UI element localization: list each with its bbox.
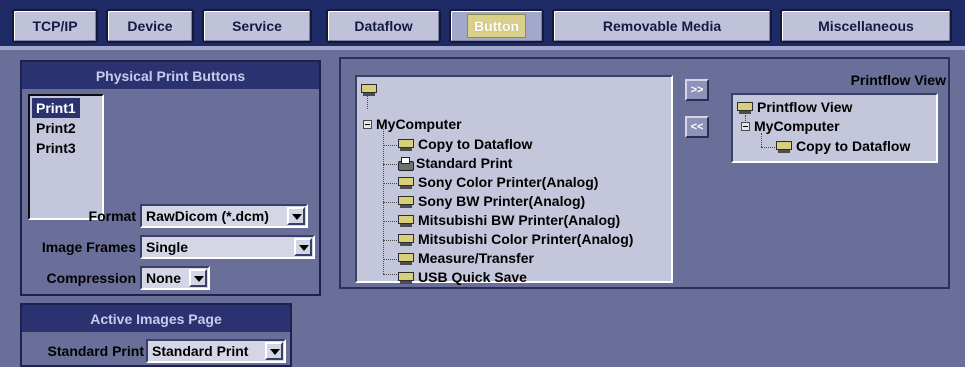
tree-item-standard-print[interactable]: Standard Print	[397, 154, 512, 173]
tab-removable-media[interactable]: Removable Media	[552, 9, 772, 43]
add-to-printflow-button[interactable]: >>	[685, 79, 709, 101]
physical-print-panel: Physical Print Buttons Print1 Print2 Pri…	[20, 60, 321, 296]
tree-item-label: Standard Print	[416, 155, 513, 171]
standard-print-value: Standard Print	[152, 343, 249, 359]
chevron-down-icon[interactable]	[287, 207, 305, 225]
tab-button[interactable]: Button	[449, 9, 544, 43]
tree-item-mitsubishi-bw[interactable]: Mitsubishi BW Printer(Analog)	[397, 211, 620, 230]
panel-title: Active Images Page	[22, 305, 290, 332]
remove-from-printflow-button[interactable]: <<	[685, 116, 709, 138]
collapse-icon[interactable]	[363, 120, 372, 129]
printer-device-icon	[397, 252, 415, 266]
image-frames-label: Image Frames	[41, 239, 136, 255]
tab-label: Button	[466, 14, 527, 38]
standard-print-select[interactable]: Standard Print	[146, 339, 286, 363]
tab-label: TCP/IP	[32, 18, 78, 34]
tree-item-label: Mitsubishi BW Printer(Analog)	[418, 212, 621, 228]
compression-value: None	[146, 270, 181, 286]
tab-bar: TCP/IP Device Service Dataflow Button Re…	[0, 0, 965, 50]
tree-connector	[383, 274, 397, 275]
collapse-icon[interactable]	[741, 122, 750, 131]
tree-node-printflow-mycomputer[interactable]: MyComputer	[741, 117, 840, 136]
tree-node-mycomputer[interactable]: MyComputer	[363, 115, 462, 134]
tree-item-label: Sony Color Printer(Analog)	[418, 174, 599, 190]
tab-dataflow[interactable]: Dataflow	[326, 9, 441, 43]
tree-item-copy-to-dataflow[interactable]: Copy to Dataflow	[397, 135, 532, 154]
tab-label: Device	[127, 18, 173, 34]
tree-root-icon-row	[360, 80, 381, 99]
printflow-title: Printflow View	[850, 72, 946, 88]
tab-miscellaneous[interactable]: Miscellaneous	[780, 9, 952, 43]
tree-node-printflow-view[interactable]: Printflow View	[736, 98, 852, 117]
tab-label: Dataflow	[354, 18, 413, 34]
tree-item-label: Sony BW Printer(Analog)	[418, 193, 586, 209]
printflow-tree[interactable]: Printflow View MyComputer Copy to Datafl…	[731, 93, 938, 163]
tree-connector	[383, 221, 397, 222]
tree-item-measure-transfer[interactable]: Measure/Transfer	[397, 249, 534, 268]
format-value: RawDicom (*.dcm)	[146, 208, 269, 224]
tree-item-label: Copy to Dataflow	[796, 138, 911, 154]
format-label: Format	[88, 208, 136, 224]
printer-device-icon	[397, 138, 415, 152]
printer-device-icon	[397, 214, 415, 228]
tree-item-sony-color[interactable]: Sony Color Printer(Analog)	[397, 173, 598, 192]
chevron-down-icon[interactable]	[265, 342, 283, 360]
tree-node-label: MyComputer	[376, 116, 462, 132]
compression-label: Compression	[46, 270, 136, 286]
list-item-print3[interactable]: Print3	[32, 138, 80, 158]
tree-connector	[383, 145, 397, 146]
tree-connector	[383, 202, 397, 203]
standard-print-label: Standard Print	[47, 343, 144, 359]
tree-connector	[383, 164, 397, 165]
printer-device-icon	[775, 140, 793, 154]
tree-connector	[383, 183, 397, 184]
image-frames-value: Single	[146, 239, 189, 255]
list-item-print1[interactable]: Print1	[32, 98, 80, 118]
printer-device-icon	[397, 271, 415, 285]
chevron-down-icon[interactable]	[189, 269, 207, 287]
tree-item-printflow-copy-to-dataflow[interactable]: Copy to Dataflow	[775, 137, 910, 156]
tree-item-label: Measure/Transfer	[418, 250, 534, 266]
chevron-down-icon[interactable]	[294, 238, 312, 256]
list-item-print2[interactable]: Print2	[32, 118, 80, 138]
tree-item-label: USB Quick Save	[418, 269, 527, 285]
tree-node-label: Printflow View	[757, 99, 853, 115]
tree-item-sony-bw[interactable]: Sony BW Printer(Analog)	[397, 192, 585, 211]
tree-item-label: Mitsubishi Color Printer(Analog)	[418, 231, 634, 247]
tree-connector	[383, 259, 397, 260]
printer-device-icon	[397, 176, 415, 190]
tree-connector	[367, 95, 368, 109]
tree-item-mitsubishi-color[interactable]: Mitsubishi Color Printer(Analog)	[397, 230, 633, 249]
image-frames-select[interactable]: Single	[140, 235, 315, 259]
tab-tcpip[interactable]: TCP/IP	[12, 9, 98, 43]
tree-node-label: MyComputer	[754, 118, 840, 134]
tab-service[interactable]: Service	[202, 9, 312, 43]
printer-device-icon	[397, 233, 415, 247]
active-images-panel: Active Images Page Standard Print Standa…	[20, 303, 292, 367]
printflow-config-panel: MyComputer Copy to Dataflow Standard Pri…	[339, 57, 950, 289]
printer-device-icon	[397, 195, 415, 209]
tree-connector	[761, 147, 775, 148]
printer-icon	[397, 156, 414, 171]
tree-item-usb-quick-save[interactable]: USB Quick Save	[397, 268, 527, 287]
tab-device[interactable]: Device	[106, 9, 194, 43]
computer-icon	[736, 101, 754, 115]
available-devices-tree[interactable]: MyComputer Copy to Dataflow Standard Pri…	[355, 75, 673, 285]
compression-select[interactable]: None	[140, 266, 210, 290]
tree-connector	[383, 240, 397, 241]
panel-title: Physical Print Buttons	[22, 62, 319, 89]
tab-label: Service	[232, 18, 282, 34]
tree-connector	[761, 133, 762, 147]
print-button-list[interactable]: Print1 Print2 Print3	[28, 94, 104, 220]
format-select[interactable]: RawDicom (*.dcm)	[140, 204, 308, 228]
tab-label: Removable Media	[602, 18, 722, 34]
tree-item-label: Copy to Dataflow	[418, 136, 533, 152]
tab-label: Miscellaneous	[818, 18, 914, 34]
computer-icon	[360, 83, 378, 97]
